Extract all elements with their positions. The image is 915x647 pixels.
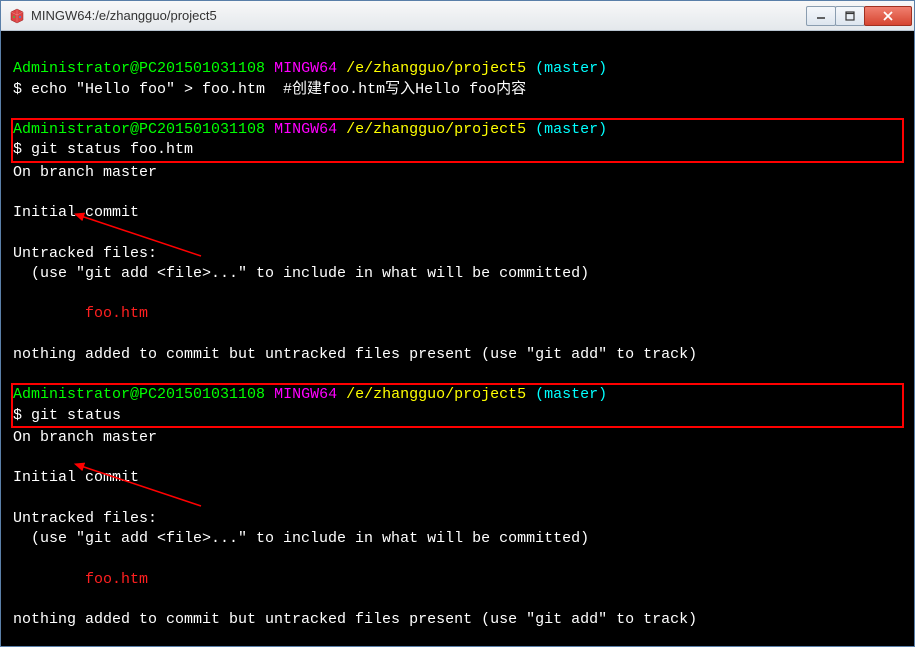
output-line: nothing added to commit but untracked fi… xyxy=(13,345,902,365)
cwd: /e/zhangguo/project5 xyxy=(346,60,526,77)
highlight-box: Administrator@PC201501031108 MINGW64 /e/… xyxy=(11,118,904,163)
branch: (master) xyxy=(535,121,607,138)
close-button[interactable] xyxy=(864,6,912,26)
untracked-file: foo.htm xyxy=(13,570,902,590)
window-controls xyxy=(807,6,912,26)
branch: (master) xyxy=(535,60,607,77)
highlight-box: Administrator@PC201501031108 MINGW64 /e/… xyxy=(11,383,904,428)
output-line: Initial commit xyxy=(13,468,902,488)
command-line: $ git status foo.htm xyxy=(13,140,902,160)
maximize-button[interactable] xyxy=(835,6,865,26)
cwd: /e/zhangguo/project5 xyxy=(346,386,526,403)
shell-name: MINGW64 xyxy=(274,60,337,77)
command-text: git status xyxy=(22,407,121,424)
titlebar[interactable]: MINGW64:/e/zhangguo/project5 xyxy=(1,1,914,31)
prompt-line: Administrator@PC201501031108 MINGW64 /e/… xyxy=(13,59,902,79)
app-icon xyxy=(9,8,25,24)
prompt-line: Administrator@PC201501031108 MINGW64 /e/… xyxy=(13,385,902,405)
user-host: Administrator@PC201501031108 xyxy=(13,121,265,138)
terminal-window: MINGW64:/e/zhangguo/project5 Administrat… xyxy=(0,0,915,647)
command-line: $ echo "Hello foo" > foo.htm #创建foo.htm写… xyxy=(13,80,902,100)
prompt-line: Administrator@PC201501031108 MINGW64 /e/… xyxy=(13,120,902,140)
cwd: /e/zhangguo/project5 xyxy=(346,121,526,138)
command-text: echo "Hello foo" > foo.htm #创建foo.htm写入H… xyxy=(22,81,526,98)
user-host: Administrator@PC201501031108 xyxy=(13,60,265,77)
shell-name: MINGW64 xyxy=(274,386,337,403)
user-host: Administrator@PC201501031108 xyxy=(13,386,265,403)
terminal-body[interactable]: Administrator@PC201501031108 MINGW64 /e/… xyxy=(1,31,914,646)
output-line: On branch master xyxy=(13,163,902,183)
command-line: $ git status xyxy=(13,406,902,426)
output-line: Untracked files: xyxy=(13,244,902,264)
untracked-file: foo.htm xyxy=(13,304,902,324)
prompt-symbol: $ xyxy=(13,407,22,424)
prompt-symbol: $ xyxy=(13,141,22,158)
minimize-button[interactable] xyxy=(806,6,836,26)
output-line: Untracked files: xyxy=(13,509,902,529)
window-title: MINGW64:/e/zhangguo/project5 xyxy=(31,8,807,23)
command-text: git status foo.htm xyxy=(22,141,193,158)
output-line: (use "git add <file>..." to include in w… xyxy=(13,529,902,549)
output-line: nothing added to commit but untracked fi… xyxy=(13,610,902,630)
shell-name: MINGW64 xyxy=(274,121,337,138)
output-line: On branch master xyxy=(13,428,902,448)
branch: (master) xyxy=(535,386,607,403)
output-line: (use "git add <file>..." to include in w… xyxy=(13,264,902,284)
output-line: Initial commit xyxy=(13,203,902,223)
prompt-symbol: $ xyxy=(13,81,22,98)
